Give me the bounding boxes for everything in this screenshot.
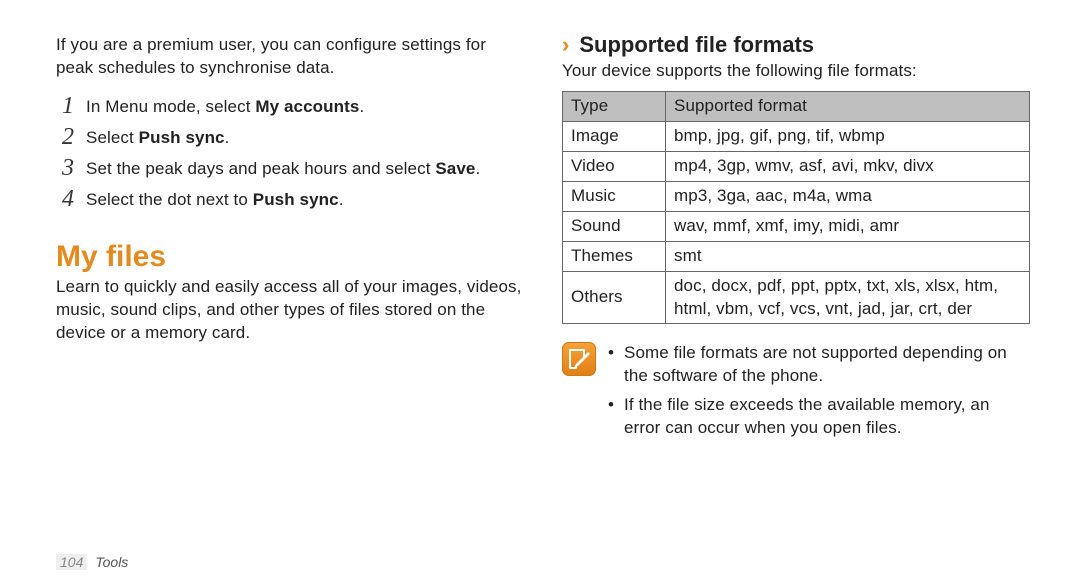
cell-format: mp3, 3ga, aac, m4a, wma xyxy=(666,181,1030,211)
footer-section-name: Tools xyxy=(95,554,128,570)
note-icon xyxy=(562,342,596,376)
step-3: 3 Set the peak days and peak hours and s… xyxy=(56,154,524,185)
page: If you are a premium user, you can confi… xyxy=(0,0,1080,586)
table-row: Themes smt xyxy=(563,241,1030,271)
step-1: 1 In Menu mode, select My accounts. xyxy=(56,92,524,123)
note-list: Some file formats are not supported depe… xyxy=(608,342,1030,446)
step-number: 4 xyxy=(56,183,80,215)
chevron-right-icon: › xyxy=(562,34,569,56)
table-header-format: Supported format xyxy=(666,91,1030,121)
table-header-type: Type xyxy=(563,91,666,121)
cell-type: Music xyxy=(563,181,666,211)
table-row: Others doc, docx, pdf, ppt, pptx, txt, x… xyxy=(563,271,1030,324)
step-4: 4 Select the dot next to Push sync. xyxy=(56,185,524,216)
subsection-title: Supported file formats xyxy=(579,32,814,58)
cell-type: Sound xyxy=(563,211,666,241)
step-text-bold: Push sync xyxy=(139,128,225,147)
note-block: Some file formats are not supported depe… xyxy=(562,342,1030,446)
step-text-pre: Select the dot next to xyxy=(86,190,253,209)
table-row: Video mp4, 3gp, wmv, asf, avi, mkv, divx xyxy=(563,151,1030,181)
step-number: 1 xyxy=(56,90,80,122)
step-number: 3 xyxy=(56,152,80,184)
step-text-bold: Push sync xyxy=(253,190,339,209)
cell-type: Themes xyxy=(563,241,666,271)
step-text-post: . xyxy=(475,159,480,178)
cell-format: mp4, 3gp, wmv, asf, avi, mkv, divx xyxy=(666,151,1030,181)
step-text-post: . xyxy=(359,97,364,116)
cell-format: bmp, jpg, gif, png, tif, wbmp xyxy=(666,121,1030,151)
step-text-pre: In Menu mode, select xyxy=(86,97,255,116)
table-row: Image bmp, jpg, gif, png, tif, wbmp xyxy=(563,121,1030,151)
step-number: 2 xyxy=(56,121,80,153)
formats-intro: Your device supports the following file … xyxy=(562,60,1030,83)
cell-format: doc, docx, pdf, ppt, pptx, txt, xls, xls… xyxy=(666,271,1030,324)
right-column: › Supported file formats Your device sup… xyxy=(552,30,1030,576)
cell-format: smt xyxy=(666,241,1030,271)
step-text-pre: Select xyxy=(86,128,139,147)
step-text-bold: Save xyxy=(435,159,475,178)
cell-type: Image xyxy=(563,121,666,151)
formats-table: Type Supported format Image bmp, jpg, gi… xyxy=(562,91,1030,325)
page-number: 104 xyxy=(56,554,87,570)
note-item: Some file formats are not supported depe… xyxy=(608,342,1030,388)
steps-list: 1 In Menu mode, select My accounts. 2 Se… xyxy=(56,92,524,216)
step-text-post: . xyxy=(339,190,344,209)
premium-intro: If you are a premium user, you can confi… xyxy=(56,34,524,80)
step-text-pre: Set the peak days and peak hours and sel… xyxy=(86,159,435,178)
my-files-description: Learn to quickly and easily access all o… xyxy=(56,276,524,345)
cell-format: wav, mmf, xmf, imy, midi, amr xyxy=(666,211,1030,241)
subsection-header: › Supported file formats xyxy=(562,32,1030,58)
cell-type: Video xyxy=(563,151,666,181)
cell-type: Others xyxy=(563,271,666,324)
table-row: Music mp3, 3ga, aac, m4a, wma xyxy=(563,181,1030,211)
table-header-row: Type Supported format xyxy=(563,91,1030,121)
step-2: 2 Select Push sync. xyxy=(56,123,524,154)
note-item: If the file size exceeds the available m… xyxy=(608,394,1030,440)
table-row: Sound wav, mmf, xmf, imy, midi, amr xyxy=(563,211,1030,241)
left-column: If you are a premium user, you can confi… xyxy=(56,30,552,576)
step-text-post: . xyxy=(225,128,230,147)
step-text-bold: My accounts xyxy=(255,97,359,116)
page-footer: 104 Tools xyxy=(56,554,128,570)
section-title-my-files: My files xyxy=(56,240,524,274)
